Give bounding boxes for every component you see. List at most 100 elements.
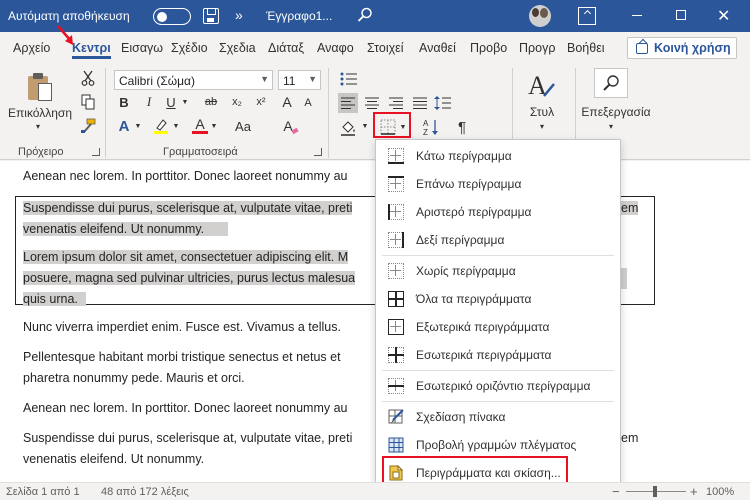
font-size-select[interactable]: 11 ▼ <box>278 70 321 90</box>
view-gridlines-icon <box>388 437 404 453</box>
underline-button[interactable]: U <box>163 93 179 111</box>
bold-button[interactable]: B <box>116 93 132 111</box>
autosave-toggle[interactable] <box>153 8 191 25</box>
ribbon-display-options-icon[interactable] <box>578 7 596 25</box>
format-painter-icon[interactable] <box>80 118 96 134</box>
align-right-icon[interactable] <box>386 93 406 113</box>
zoom-out-button[interactable]: − <box>612 484 620 499</box>
justify-icon[interactable] <box>410 93 430 113</box>
share-icon <box>636 43 648 54</box>
underline-dropdown-icon[interactable]: ▼ <box>180 97 190 107</box>
menu-item-label: Όλα τα περιγράμματα <box>416 292 532 306</box>
group-separator <box>328 68 329 158</box>
shrink-font-button[interactable]: A <box>300 95 316 111</box>
menu-item-no-border[interactable]: Χωρίς περίγραμμα <box>376 257 620 284</box>
minimize-button[interactable] <box>632 15 642 16</box>
highlight-dropdown-icon[interactable]: ▼ <box>171 121 181 131</box>
menu-item-label: Σχεδίαση πίνακα <box>416 410 506 424</box>
font-name-select[interactable]: Calibri (Σώμα) ▼ <box>114 70 273 90</box>
copy-icon[interactable] <box>80 94 96 110</box>
menu-item-label: Αριστερό περίγραμμα <box>416 205 532 219</box>
menu-item-all-borders[interactable]: Όλα τα περιγράμματα <box>376 285 620 312</box>
shading-dropdown-icon[interactable]: ▼ <box>360 121 370 131</box>
menu-item-right-border[interactable]: Δεξί περίγραμμα <box>376 226 620 253</box>
editing-dropdown-icon[interactable]: ▾ <box>606 121 616 131</box>
menu-item-inside-borders[interactable]: Εσωτερικά περιγράμματα <box>376 341 620 368</box>
document-title[interactable]: Έγγραφο1... <box>266 9 332 23</box>
user-avatar[interactable] <box>529 5 551 27</box>
top-border-icon <box>388 176 404 192</box>
share-button[interactable]: Κοινή χρήση <box>627 37 737 59</box>
show-formatting-marks-button[interactable]: ¶ <box>452 117 472 137</box>
text-effects-button[interactable]: A <box>115 117 133 135</box>
styles-icon[interactable]: A <box>525 70 557 100</box>
superscript-button[interactable]: x² <box>253 93 269 111</box>
highlight-color-icon[interactable] <box>152 117 170 135</box>
selected-text: Lorem ipsum dolor sit amet, consectetuer… <box>23 250 349 264</box>
font-color-dropdown-icon[interactable]: ▼ <box>209 121 219 131</box>
paste-button-label[interactable]: Επικόλληση <box>8 106 72 120</box>
word-count[interactable]: 48 από 172 λέξεις <box>101 486 189 498</box>
bullets-icon[interactable] <box>338 70 360 88</box>
line-spacing-icon[interactable] <box>432 93 454 113</box>
menu-item-left-border[interactable]: Αριστερό περίγραμμα <box>376 198 620 225</box>
font-launcher-icon[interactable] <box>314 148 322 156</box>
tab-draw[interactable]: Σχεδιa <box>219 41 256 55</box>
cut-icon[interactable] <box>80 70 96 86</box>
menu-item-label: Εσωτερικό οριζόντιο περίγραμμα <box>416 379 591 393</box>
paste-icon[interactable] <box>26 72 54 102</box>
clipboard-group-label: Πρόχειρο <box>18 146 64 158</box>
styles-label[interactable]: Στυλ <box>522 104 562 120</box>
tab-home[interactable]: Κεντρι <box>72 41 111 59</box>
page-count[interactable]: Σελίδα 1 από 1 <box>6 486 80 498</box>
menu-item-outside-borders[interactable]: Εξωτερικά περιγράμματα <box>376 313 620 340</box>
tab-developer[interactable]: Προγρ <box>519 41 555 55</box>
subscript-button[interactable]: x₂ <box>229 93 245 111</box>
find-icon[interactable] <box>594 68 628 98</box>
tab-layout[interactable]: Διάταξ <box>268 41 304 55</box>
inside-horizontal-border-icon <box>388 378 404 394</box>
menu-item-label: Εσωτερικά περιγράμματα <box>416 348 552 362</box>
styles-dropdown-icon[interactable]: ▾ <box>537 121 547 131</box>
tab-mailings[interactable]: Στοιχεί <box>367 41 404 55</box>
sort-icon[interactable]: AZ <box>421 117 441 137</box>
tab-insert[interactable]: Εισαγω <box>121 41 163 55</box>
menu-item-top-border[interactable]: Επάνω περίγραμμα <box>376 170 620 197</box>
shading-icon[interactable] <box>338 118 360 138</box>
maximize-button[interactable] <box>676 10 686 20</box>
menu-item-label: Επάνω περίγραμμα <box>416 177 522 191</box>
menu-item-label: Χωρίς περίγραμμα <box>416 264 516 278</box>
clipboard-launcher-icon[interactable] <box>92 148 100 156</box>
tab-references[interactable]: Αναφο <box>317 41 354 55</box>
text-effects-dropdown-icon[interactable]: ▼ <box>133 121 143 131</box>
close-button[interactable]: ✕ <box>717 6 730 26</box>
strikethrough-button[interactable]: ab <box>201 93 221 111</box>
save-icon[interactable] <box>203 8 219 24</box>
grow-font-button[interactable]: A <box>278 93 296 111</box>
zoom-in-button[interactable]: + <box>690 484 698 499</box>
left-border-icon <box>388 204 404 220</box>
tab-view[interactable]: Προβο <box>470 41 507 55</box>
quick-access-more-icon[interactable]: » <box>235 7 243 23</box>
editing-label[interactable]: Επεξεργασία <box>575 104 657 120</box>
tab-file[interactable]: Αρχείο <box>13 41 50 55</box>
italic-button[interactable]: I <box>141 93 157 111</box>
tab-help[interactable]: Βοήθει <box>567 41 605 55</box>
menu-item-view-gridlines[interactable]: Προβολή γραμμών πλέγματος <box>376 431 620 458</box>
change-case-button[interactable]: Aa <box>232 117 254 135</box>
font-color-button[interactable]: A <box>192 116 208 134</box>
menu-item-inside-horizontal-border[interactable]: Εσωτερικό οριζόντιο περίγραμμα <box>376 372 620 399</box>
zoom-slider-thumb[interactable] <box>653 486 657 497</box>
tab-design[interactable]: Σχέδιο <box>171 41 208 55</box>
paste-dropdown-icon[interactable]: ▾ <box>36 122 40 131</box>
align-center-icon[interactable] <box>362 93 382 113</box>
clear-formatting-button[interactable]: A <box>279 117 299 135</box>
search-icon[interactable] <box>357 7 373 26</box>
zoom-level[interactable]: 100% <box>706 486 734 498</box>
tab-review[interactable]: Αναθεί <box>419 41 456 55</box>
menu-item-bottom-border[interactable]: Κάτω περίγραμμα <box>376 142 620 169</box>
align-left-icon[interactable] <box>338 93 358 113</box>
svg-text:A: A <box>423 119 429 128</box>
status-bar: Σελίδα 1 από 1 48 από 172 λέξεις − + 100… <box>0 482 750 500</box>
menu-item-draw-table[interactable]: Σχεδίαση πίνακα <box>376 403 620 430</box>
